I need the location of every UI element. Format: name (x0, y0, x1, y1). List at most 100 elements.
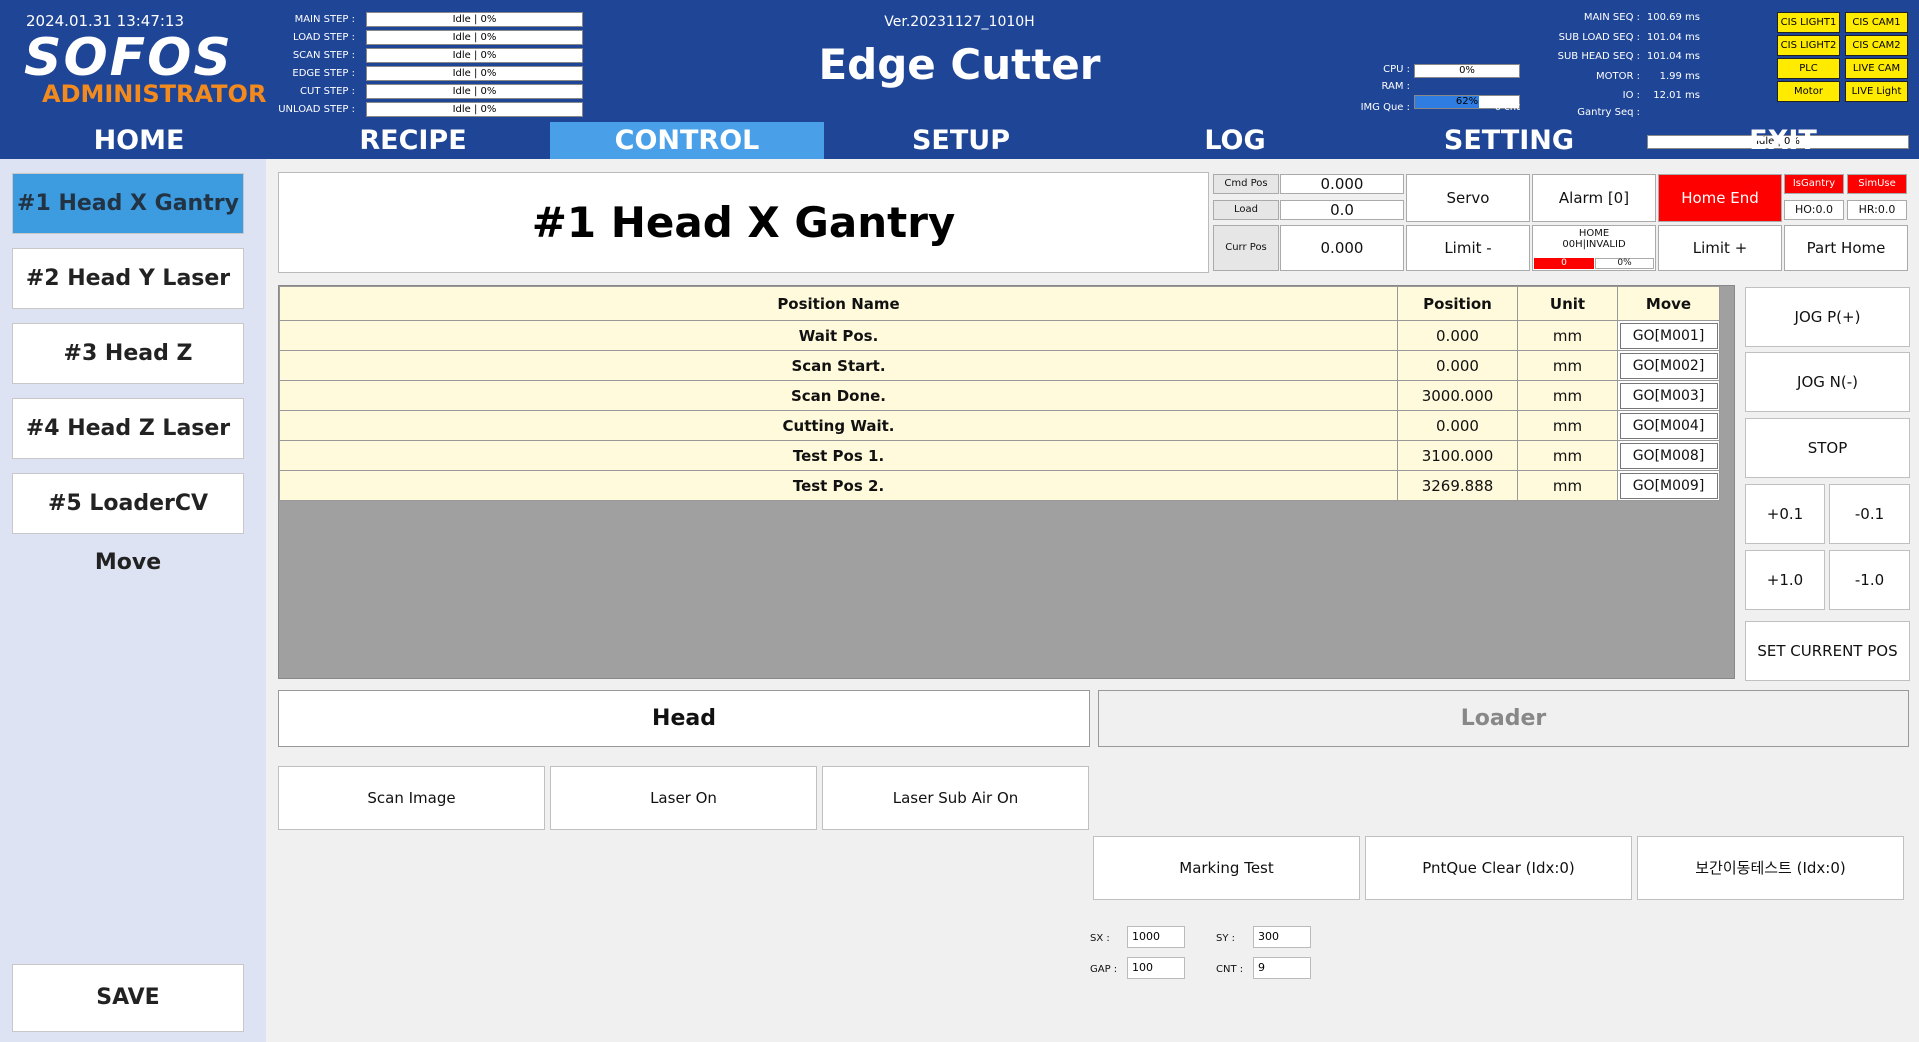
indicator-live-cam: LIVE CAM (1845, 58, 1908, 79)
position-table-panel: Position Name Position Unit Move Wait Po… (278, 285, 1735, 679)
home-status-box: HOME 00H|INVALID 0 0% (1532, 225, 1656, 271)
home-label: HOME (1578, 228, 1610, 239)
sidebar-item-head-z-camera[interactable]: #3 Head Z Camera (12, 323, 244, 425)
seq-row: SUB LOAD SEQ : 101.04 ms (1510, 32, 1700, 52)
sim-use-indicator: SimUse (1847, 174, 1907, 194)
pntque-clear-button[interactable]: PntQue Clear (Idx:0) (1365, 836, 1632, 900)
go-button[interactable]: GO[M003] (1619, 382, 1718, 409)
go-button[interactable]: GO[M008] (1619, 442, 1718, 469)
ram-label: RAM : (1381, 81, 1410, 92)
tab-head[interactable]: Head (278, 690, 1090, 747)
sx-input[interactable]: 1000 (1127, 926, 1185, 948)
seq-value: 100.69 ms (1646, 12, 1700, 23)
step-minus-1-0-button[interactable]: -1.0 (1829, 550, 1910, 610)
home-progress-pct: 0% (1595, 258, 1654, 269)
step-plus-0-1-button[interactable]: +0.1 (1745, 484, 1825, 544)
nav-home[interactable]: HOME (2, 122, 276, 159)
col-header-position: Position (1397, 286, 1518, 321)
position-value[interactable]: 3100.000 (1397, 440, 1518, 471)
position-name: Cutting Wait. (279, 410, 1398, 441)
cnt-label: CNT : (1216, 964, 1244, 975)
curr-pos-value: 0.000 (1280, 225, 1404, 271)
position-name: Scan Done. (279, 380, 1398, 411)
indicator-live-light: LIVE Light (1845, 81, 1908, 102)
gap-label: GAP : (1090, 964, 1118, 975)
position-unit: mm (1517, 380, 1618, 411)
img-que-label: IMG Que : (1360, 102, 1410, 113)
servo-button[interactable]: Servo (1406, 174, 1530, 222)
sidebar-item-head-z-laser[interactable]: #4 Head Z Laser (12, 398, 244, 459)
save-button[interactable]: SAVE (12, 964, 244, 1032)
nav-setting[interactable]: SETTING (1372, 122, 1646, 159)
curr-pos-label: Curr Pos (1213, 225, 1279, 271)
seq-row: SUB HEAD SEQ : 101.04 ms (1510, 51, 1700, 71)
stop-button[interactable]: STOP (1745, 418, 1910, 478)
seq-value: 1.99 ms (1659, 70, 1700, 82)
position-name: Scan Start. (279, 350, 1398, 381)
table-row: Scan Start. 0.000 mm GO[M002] (279, 350, 1720, 381)
sy-input[interactable]: 300 (1253, 926, 1311, 948)
gantry-seq-label: Gantry Seq : (1577, 107, 1640, 118)
seq-panel: MAIN SEQ : 100.69 ms SUB LOAD SEQ : 101.… (1510, 12, 1700, 110)
position-name: Test Pos 2. (279, 470, 1398, 501)
jog-positive-button[interactable]: JOG P(+) (1745, 287, 1910, 347)
scan-image-button[interactable]: Scan Image (278, 766, 545, 830)
position-value[interactable]: 0.000 (1397, 320, 1518, 351)
header-bar: 2024.01.31 13:47:13 SOFOS ADMINISTRATOR … (0, 0, 1919, 159)
set-current-pos-button[interactable]: SET CURRENT POS (1745, 621, 1910, 681)
gap-input[interactable]: 100 (1127, 957, 1185, 979)
indicator-motor: Motor (1777, 81, 1840, 102)
interpolation-test-button[interactable]: 보간이동테스트 (Idx:0) (1637, 836, 1904, 900)
seq-label: MAIN SEQ : (1583, 12, 1640, 23)
cmd-pos-value: 0.000 (1280, 174, 1404, 194)
go-button[interactable]: GO[M001] (1619, 322, 1718, 349)
position-value[interactable]: 0.000 (1397, 410, 1518, 441)
seq-row: MAIN SEQ : 100.69 ms (1510, 12, 1700, 32)
position-table: Position Name Position Unit Move Wait Po… (279, 286, 1720, 501)
tab-loader[interactable]: Loader (1098, 690, 1909, 747)
nav-log[interactable]: LOG (1098, 122, 1372, 159)
alarm-button[interactable]: Alarm [0] (1532, 174, 1656, 222)
axis-sidebar: #1 Head X Gantry #2 Head Y Laser #3 Head… (0, 159, 266, 1042)
step-plus-1-0-button[interactable]: +1.0 (1745, 550, 1825, 610)
seq-label: MOTOR : (1596, 70, 1640, 82)
go-button[interactable]: GO[M009] (1619, 472, 1718, 499)
position-unit: mm (1517, 440, 1618, 471)
position-name: Test Pos 1. (279, 440, 1398, 471)
limit-plus-indicator: Limit + (1658, 225, 1782, 271)
position-value[interactable]: 3000.000 (1397, 380, 1518, 411)
seq-label: SUB HEAD SEQ : (1557, 51, 1640, 62)
go-button[interactable]: GO[M004] (1619, 412, 1718, 439)
home-progress-red: 0 (1534, 258, 1594, 269)
nav-recipe[interactable]: RECIPE (276, 122, 550, 159)
col-header-move: Move (1617, 286, 1720, 321)
position-unit: mm (1517, 470, 1618, 501)
nav-exit[interactable]: EXIT (1646, 122, 1919, 159)
nav-control[interactable]: CONTROL (550, 122, 824, 159)
step-minus-0-1-button[interactable]: -0.1 (1829, 484, 1910, 544)
limit-minus-indicator: Limit - (1406, 225, 1530, 271)
cpu-label: CPU : (1383, 64, 1410, 75)
go-button[interactable]: GO[M002] (1619, 352, 1718, 379)
load-value: 0.0 (1280, 200, 1404, 220)
position-value[interactable]: 3269.888 (1397, 470, 1518, 501)
indicator-cis-cam2: CIS CAM2 (1845, 35, 1908, 56)
laser-on-button[interactable]: Laser On (550, 766, 817, 830)
step-row-unload: UNLOAD STEP : Idle | 0% (278, 101, 588, 119)
hr-value: HR:0.0 (1847, 200, 1907, 220)
position-unit: mm (1517, 410, 1618, 441)
sy-label: SY : (1216, 933, 1236, 944)
position-value[interactable]: 0.000 (1397, 350, 1518, 381)
part-home-button[interactable]: Part Home (1784, 225, 1908, 271)
cpu-bar: 0% (1414, 64, 1520, 78)
ho-value: HO:0.0 (1784, 200, 1844, 220)
img-que-value: 0 cnt (1494, 102, 1520, 113)
sidebar-item-head-y-laser[interactable]: #2 Head Y Laser (12, 248, 244, 309)
jog-negative-button[interactable]: JOG N(-) (1745, 352, 1910, 412)
nav-setup[interactable]: SETUP (824, 122, 1098, 159)
marking-test-button[interactable]: Marking Test (1093, 836, 1360, 900)
laser-sub-air-button[interactable]: Laser Sub Air On (822, 766, 1089, 830)
cnt-input[interactable]: 9 (1253, 957, 1311, 979)
sidebar-item-head-x-gantry[interactable]: #1 Head X Gantry (12, 173, 244, 234)
sidebar-item-loadercv-move[interactable]: #5 LoaderCV Move (12, 473, 244, 575)
